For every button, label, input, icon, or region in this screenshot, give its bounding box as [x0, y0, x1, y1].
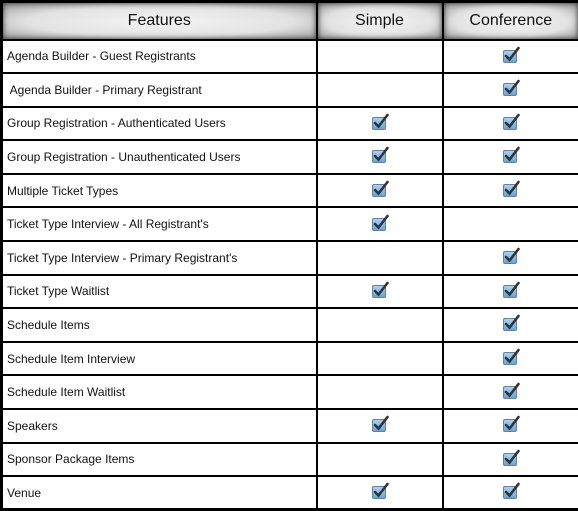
- conference-cell: [443, 275, 578, 309]
- checkbox-checked-icon: [371, 113, 389, 131]
- table-row: Agenda Builder - Guest Registrants: [2, 40, 578, 74]
- checkbox-checked-icon: [502, 281, 520, 299]
- table-row: Multiple Ticket Types: [2, 174, 578, 208]
- conference-cell: [443, 409, 578, 443]
- feature-name: Venue: [2, 476, 317, 510]
- conference-cell: [443, 174, 578, 208]
- simple-cell: [317, 275, 443, 309]
- conference-cell: [443, 342, 578, 376]
- simple-cell: [317, 107, 443, 141]
- checkbox-checked-icon: [502, 415, 520, 433]
- header-simple: Simple: [317, 2, 443, 40]
- table-row: Venue: [2, 476, 578, 510]
- feature-name: Agenda Builder - Primary Registrant: [2, 73, 317, 107]
- simple-cell: [317, 207, 443, 241]
- feature-name: Ticket Type Interview - All Registrant's: [2, 207, 317, 241]
- conference-cell: [443, 140, 578, 174]
- checkbox-checked-icon: [371, 146, 389, 164]
- feature-name: Multiple Ticket Types: [2, 174, 317, 208]
- conference-cell: [443, 40, 578, 74]
- checkbox-checked-icon: [371, 281, 389, 299]
- checkbox-checked-icon: [502, 382, 520, 400]
- conference-cell: [443, 73, 578, 107]
- checkbox-checked-icon: [502, 180, 520, 198]
- simple-cell: [317, 73, 443, 107]
- simple-cell: [317, 308, 443, 342]
- header-features: Features: [2, 2, 317, 40]
- conference-cell: [443, 308, 578, 342]
- conference-cell: [443, 443, 578, 477]
- checkbox-checked-icon: [502, 314, 520, 332]
- checkbox-checked-icon: [502, 449, 520, 467]
- feature-name: Schedule Item Interview: [2, 342, 317, 376]
- feature-name: Group Registration - Authenticated Users: [2, 107, 317, 141]
- feature-name: Speakers: [2, 409, 317, 443]
- simple-cell: [317, 409, 443, 443]
- table-row: Ticket Type Interview - All Registrant's: [2, 207, 578, 241]
- checkbox-checked-icon: [502, 482, 520, 500]
- header-conference: Conference: [443, 2, 578, 40]
- table-row: Schedule Item Interview: [2, 342, 578, 376]
- simple-cell: [317, 342, 443, 376]
- simple-cell: [317, 375, 443, 409]
- simple-cell: [317, 174, 443, 208]
- feature-name: Group Registration - Unauthenticated Use…: [2, 140, 317, 174]
- table-row: Ticket Type Waitlist: [2, 275, 578, 309]
- simple-cell: [317, 443, 443, 477]
- checkbox-checked-icon: [502, 79, 520, 97]
- feature-name: Ticket Type Waitlist: [2, 275, 317, 309]
- table-row: Schedule Items: [2, 308, 578, 342]
- simple-cell: [317, 476, 443, 510]
- checkbox-checked-icon: [502, 113, 520, 131]
- conference-cell: [443, 375, 578, 409]
- feature-name: Agenda Builder - Guest Registrants: [2, 40, 317, 74]
- conference-cell: [443, 207, 578, 241]
- checkbox-checked-icon: [502, 348, 520, 366]
- table-body: Agenda Builder - Guest Registrants Agend…: [2, 40, 578, 510]
- table-row: Ticket Type Interview - Primary Registra…: [2, 241, 578, 275]
- header-row: Features Simple Conference: [2, 2, 578, 40]
- table-row: Sponsor Package Items: [2, 443, 578, 477]
- checkbox-checked-icon: [371, 482, 389, 500]
- conference-cell: [443, 107, 578, 141]
- table-row: Group Registration - Authenticated Users: [2, 107, 578, 141]
- checkbox-checked-icon: [502, 247, 520, 265]
- feature-name: Schedule Items: [2, 308, 317, 342]
- table-row: Agenda Builder - Primary Registrant: [2, 73, 578, 107]
- table-row: Group Registration - Unauthenticated Use…: [2, 140, 578, 174]
- feature-name: Schedule Item Waitlist: [2, 375, 317, 409]
- feature-comparison-table: Features Simple Conference Agenda Builde…: [0, 0, 578, 511]
- simple-cell: [317, 140, 443, 174]
- simple-cell: [317, 40, 443, 74]
- conference-cell: [443, 476, 578, 510]
- checkbox-checked-icon: [502, 46, 520, 64]
- table-row: Speakers: [2, 409, 578, 443]
- feature-name: Ticket Type Interview - Primary Registra…: [2, 241, 317, 275]
- checkbox-checked-icon: [371, 214, 389, 232]
- feature-name: Sponsor Package Items: [2, 443, 317, 477]
- checkbox-checked-icon: [371, 415, 389, 433]
- simple-cell: [317, 241, 443, 275]
- checkbox-checked-icon: [371, 180, 389, 198]
- table-row: Schedule Item Waitlist: [2, 375, 578, 409]
- conference-cell: [443, 241, 578, 275]
- checkbox-checked-icon: [502, 146, 520, 164]
